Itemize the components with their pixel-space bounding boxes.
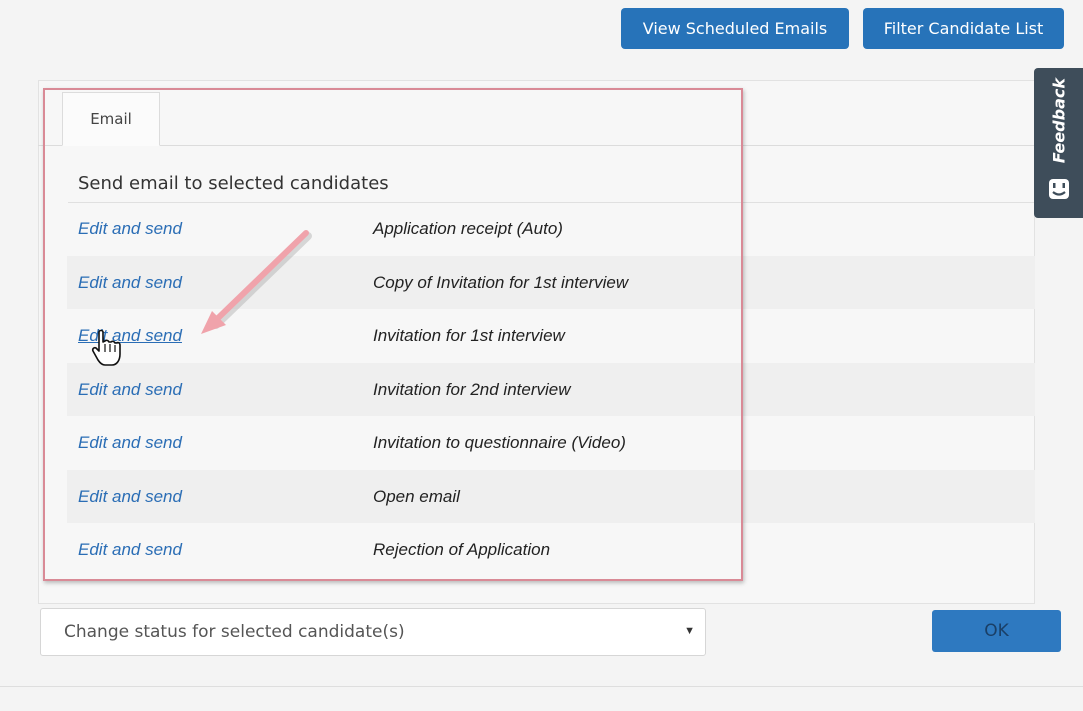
ok-button[interactable]: OK [932,610,1061,652]
annotation-overlay [91,230,312,366]
arrow-icon [201,230,312,334]
dropdown-caret-icon: ▼ [684,625,695,637]
status-select-value: Change status for selected candidate(s) [64,622,405,642]
smiley-icon [1049,179,1069,199]
status-select[interactable]: Change status for selected candidate(s) … [40,608,706,656]
feedback-tab[interactable]: Feedback [1034,68,1083,218]
hand-cursor-icon [91,329,121,366]
feedback-label: Feedback [1049,78,1068,164]
footer-divider [0,686,1083,687]
